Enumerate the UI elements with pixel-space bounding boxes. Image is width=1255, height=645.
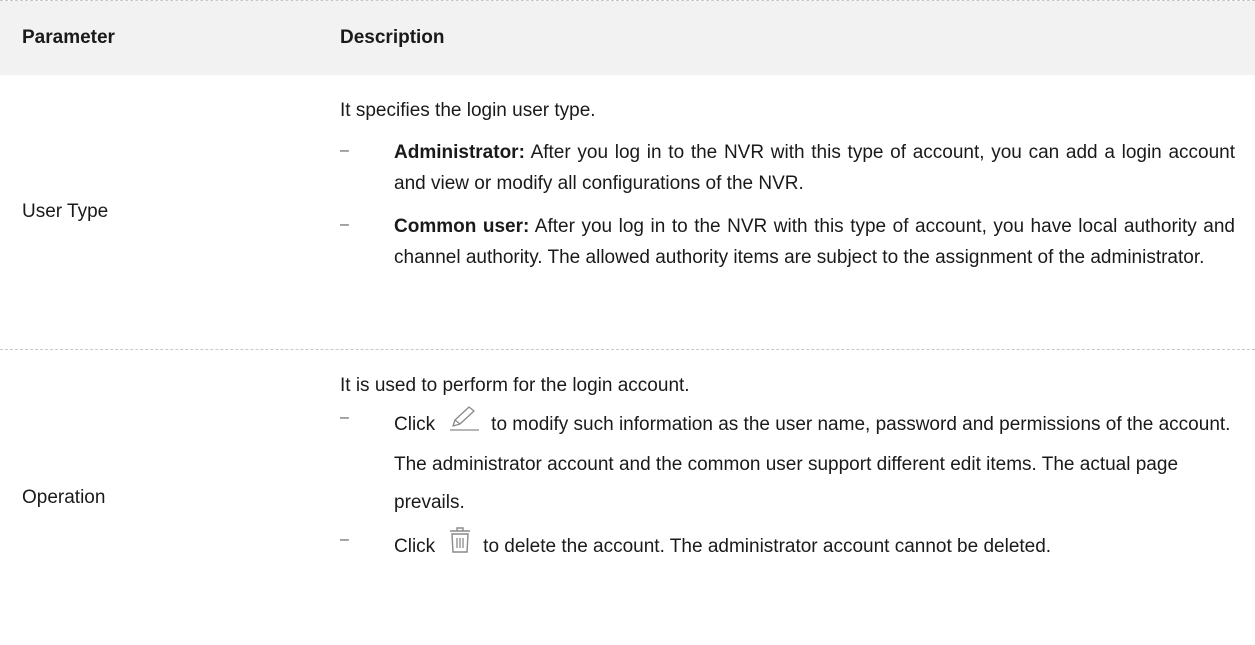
parameter-table: Parameter Description User Type It speci…: [0, 0, 1255, 645]
table-row: User Type It specifies the login user ty…: [0, 75, 1255, 350]
dash-marker: –: [340, 409, 349, 426]
list-item-text: Click to modify such information as the …: [394, 404, 1235, 522]
dash-marker: –: [340, 531, 349, 548]
list-item: – Common user: After you log in to the N…: [340, 211, 1235, 273]
list-item-text: Common user: After you log in to the NVR…: [394, 211, 1235, 273]
header-parameter: Parameter: [22, 27, 115, 48]
parameter-cell: User Type: [22, 201, 109, 222]
table-header: Parameter Description: [0, 1, 1255, 75]
edit-pencil-icon: [447, 404, 481, 446]
trash-icon: [447, 526, 473, 568]
dash-marker: –: [340, 142, 349, 159]
description-cell: It specifies the login user type. – Admi…: [340, 75, 1255, 349]
list-item-text: Click to delete the account. The adminis…: [394, 526, 1235, 568]
header-description: Description: [340, 27, 445, 48]
table-row: Operation It is used to perform for the …: [0, 350, 1255, 645]
list-item: – Click to delete the account. The admin…: [340, 526, 1235, 568]
list-item: – Click to modify such information as th…: [340, 404, 1235, 522]
term-administrator: Administrator:: [394, 142, 525, 163]
click-prefix: Click: [394, 414, 436, 436]
term-common-user: Common user:: [394, 216, 530, 237]
list-item-text: Administrator: After you log in to the N…: [394, 137, 1235, 199]
list-item: – Administrator: After you log in to the…: [340, 137, 1235, 199]
description-lead: It is used to perform for the login acco…: [340, 375, 690, 396]
description-lead: It specifies the login user type.: [340, 100, 596, 121]
delete-description: to delete the account. The administrator…: [483, 536, 1052, 558]
parameter-cell: Operation: [22, 486, 106, 508]
description-cell: It is used to perform for the login acco…: [340, 350, 1255, 645]
dash-marker: –: [340, 216, 349, 233]
edit-description: to modify such information as the user n…: [394, 414, 1231, 513]
click-prefix: Click: [394, 536, 436, 558]
